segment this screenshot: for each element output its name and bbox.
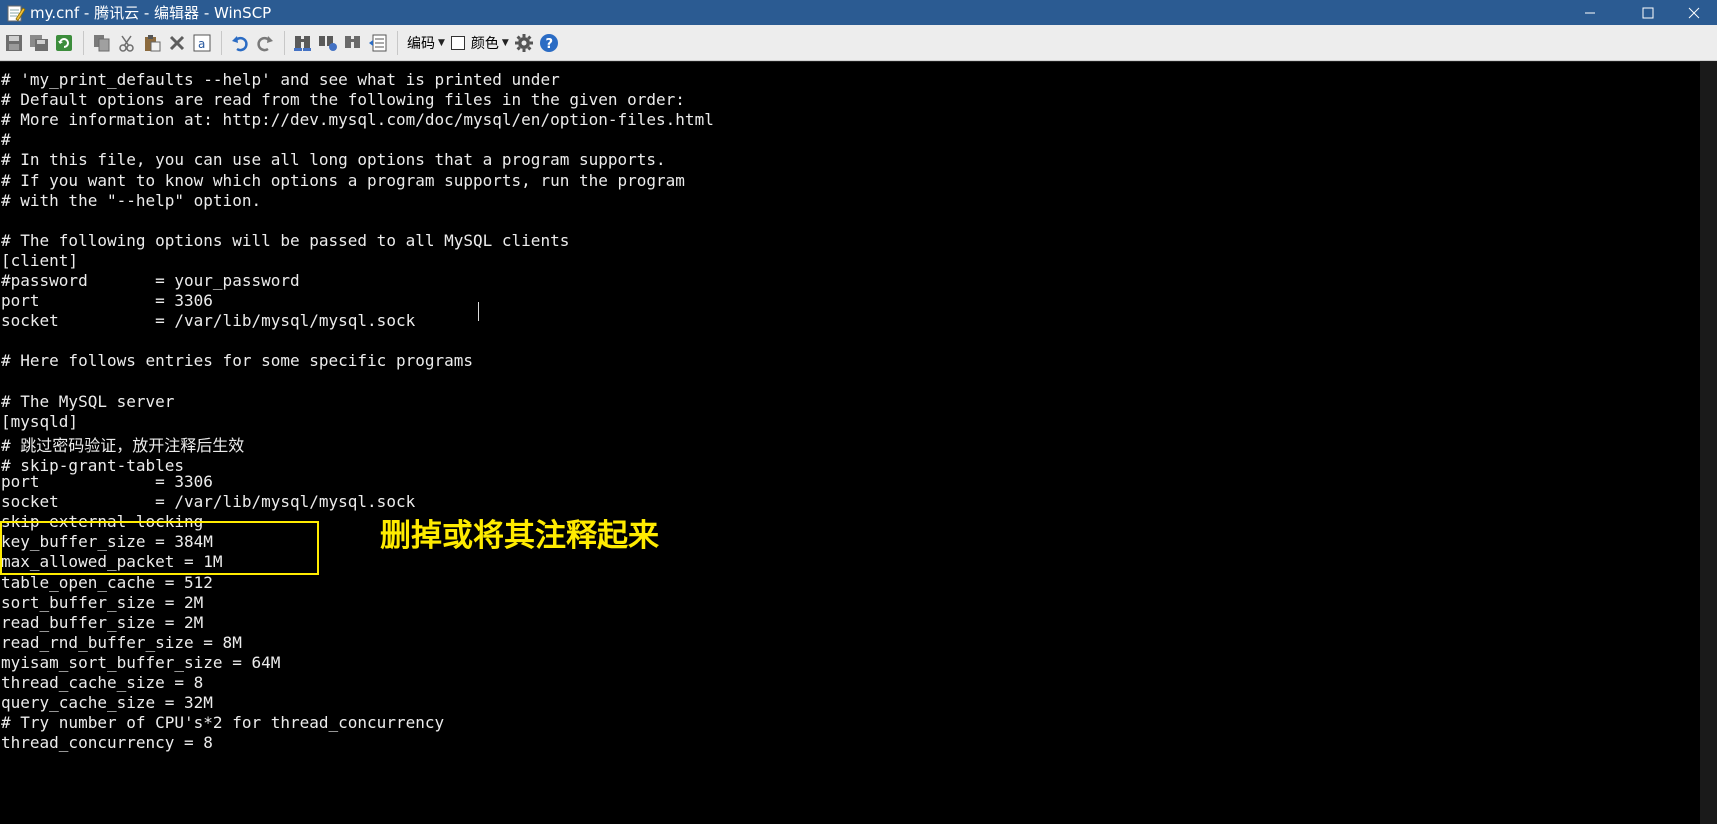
reload-icon <box>56 34 72 51</box>
delete-icon <box>169 35 185 50</box>
copy-button[interactable] <box>90 31 114 55</box>
find-button[interactable] <box>291 31 315 55</box>
toolbar-separator <box>83 30 84 55</box>
help-icon: ? <box>539 33 558 52</box>
save-all-icon <box>30 34 48 51</box>
code-line: # <box>1 130 11 150</box>
find-next-icon <box>345 35 360 48</box>
cut-icon <box>119 35 134 52</box>
chevron-down-icon: ▼ <box>501 37 509 48</box>
code-line: # 'my_print_defaults --help' and see wha… <box>1 70 560 89</box>
encoding-dropdown[interactable]: 编码 ▼ <box>404 31 448 55</box>
maximize-button[interactable] <box>1625 0 1671 25</box>
code-line: socket = /var/lib/mysql/mysql.sock <box>1 492 416 512</box>
encoding-label: 编码 <box>407 35 435 52</box>
chevron-down-icon: ▼ <box>438 37 445 48</box>
code-line: read_buffer_size = 2M <box>1 612 204 632</box>
help-button[interactable]: ? <box>537 31 561 55</box>
code-line: # The following options will be passed t… <box>1 230 570 250</box>
minimize-icon <box>1585 12 1595 13</box>
replace-icon <box>319 35 337 51</box>
code-line: # Default options are read from the foll… <box>1 90 685 110</box>
code-line: [mysqld] <box>1 411 79 431</box>
code-line: # Here follows entries for some specific… <box>1 351 474 371</box>
code-line: [client] <box>1 250 79 270</box>
color-dropdown[interactable]: 颜色 ▼ <box>448 31 512 55</box>
save-button[interactable] <box>2 31 26 55</box>
settings-button[interactable] <box>512 31 536 55</box>
color-label: 颜色 <box>470 35 499 52</box>
code-line: # with the "--help" option. <box>1 190 262 210</box>
redo-button[interactable] <box>253 31 277 55</box>
color-checkbox[interactable] <box>450 35 465 50</box>
code-line: # If you want to know which options a pr… <box>1 170 685 190</box>
code-line: socket = /var/lib/mysql/mysql.sock <box>1 311 416 331</box>
text-editor[interactable]: thread_concurrency = 8 # Try number of CP… <box>0 62 1717 824</box>
code-line: # skip-grant-tables <box>1 455 185 475</box>
replace-button[interactable] <box>316 31 340 55</box>
annotation-note: 删掉或将其注释起来 <box>380 518 659 554</box>
code-line: # Try number of CPU's*2 for thread_concu… <box>1 713 445 733</box>
goto-line-button[interactable] <box>366 31 390 55</box>
code-line: read_rnd_buffer_size = 8M <box>1 632 242 652</box>
find-icon <box>294 35 311 51</box>
minimize-button[interactable] <box>1567 0 1613 25</box>
vertical-scrollbar[interactable] <box>1700 62 1717 824</box>
close-button[interactable] <box>1671 0 1717 25</box>
save-all-button[interactable] <box>27 31 51 55</box>
code-line: # The MySQL server <box>1 391 175 411</box>
find-next-button[interactable] <box>341 31 365 55</box>
toolbar-separator <box>284 30 285 55</box>
svg-text:a: a <box>198 37 205 51</box>
undo-icon <box>232 35 248 51</box>
toolbar-separator <box>221 30 222 55</box>
close-icon <box>1688 7 1700 18</box>
select-all-icon: a <box>193 34 211 51</box>
code-line: myisam_sort_buffer_size = 64M <box>1 652 281 672</box>
svg-text:?: ? <box>545 37 553 52</box>
text-cursor <box>478 302 479 321</box>
delete-button[interactable] <box>165 31 189 55</box>
code-line: port = 3306 <box>1 291 213 311</box>
code-line: query_cache_size = 32M <box>1 693 213 713</box>
code-line: sort_buffer_size = 2M <box>1 592 204 612</box>
highlight-box <box>0 521 319 575</box>
redo-icon <box>257 35 273 51</box>
toolbar-separator <box>397 30 398 55</box>
window-title: my.cnf - 腾讯云 - 编辑器 - WinSCP <box>30 4 272 22</box>
paste-icon <box>145 34 161 51</box>
select-all-button[interactable]: a <box>190 31 214 55</box>
notepad-icon <box>6 3 26 23</box>
cut-button[interactable] <box>115 31 139 55</box>
editor-toolbar: a 编码 ▼ 颜色 ▼ ? <box>0 25 1717 61</box>
code-line: # 跳过密码验证，放开注释后生效 <box>1 435 245 455</box>
code-line: thread_cache_size = 8 <box>1 673 204 692</box>
code-line: #password = your_password <box>1 271 300 290</box>
copy-icon <box>94 34 110 51</box>
code-line: # In this file, you can use all long opt… <box>1 150 666 170</box>
settings-icon <box>514 33 533 52</box>
maximize-icon <box>1642 7 1654 18</box>
code-line: thread_concurrency = 8 <box>1 733 213 753</box>
title-bar: my.cnf - 腾讯云 - 编辑器 - WinSCP <box>0 0 1717 25</box>
code-line: # More information at: http://dev.mysql.… <box>1 110 714 130</box>
reload-button[interactable] <box>52 31 76 55</box>
undo-button[interactable] <box>228 31 252 55</box>
paste-button[interactable] <box>140 31 164 55</box>
save-icon <box>6 34 22 51</box>
goto-line-icon <box>369 34 387 51</box>
